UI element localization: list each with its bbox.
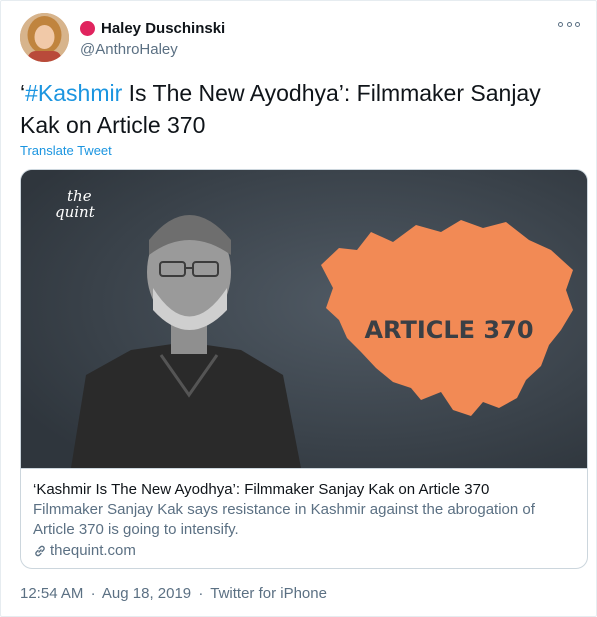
- card-body[interactable]: ‘Kashmir Is The New Ayodhya’: Filmmaker …: [21, 468, 587, 568]
- meta-separator: ·: [198, 585, 204, 602]
- more-dot: [566, 21, 572, 27]
- tweet-container: Haley Duschinski @AnthroHaley ‘#Kashmir …: [0, 0, 597, 617]
- tweet-date[interactable]: Aug 18, 2019: [102, 585, 191, 602]
- link-card[interactable]: ARTICLE 370 the quint ‘Kashmir Is The Ne…: [20, 169, 588, 569]
- more-dot: [558, 21, 563, 27]
- card-description: Filmmaker Sanjay Kak says resistance in …: [33, 501, 535, 538]
- card-title[interactable]: ‘Kashmir Is The New Ayodhya’: Filmmaker …: [33, 480, 577, 500]
- user-names: Haley Duschinski @AnthroHaley: [80, 17, 225, 58]
- display-name[interactable]: Haley Duschinski: [101, 20, 225, 37]
- hashtag-link[interactable]: #Kashmir: [25, 80, 122, 106]
- logo-line-2: quint: [55, 203, 96, 221]
- card-domain-text: thequint.com: [50, 542, 136, 559]
- link-icon: [35, 545, 45, 557]
- tweet-source[interactable]: Twitter for iPhone: [210, 585, 327, 602]
- tweet-text: ‘#Kashmir Is The New Ayodhya’: Filmmaker…: [20, 77, 580, 141]
- name-row: Haley Duschinski: [80, 17, 225, 39]
- tweet-time[interactable]: 12:54 AM: [20, 585, 83, 602]
- avatar[interactable]: [20, 13, 69, 62]
- tweet-meta: 12:54 AM · Aug 18, 2019 · Twitter for iP…: [20, 585, 330, 602]
- meta-separator: ·: [90, 585, 96, 602]
- more-icon[interactable]: [558, 17, 580, 31]
- avatar-image: [20, 13, 69, 62]
- card-illustration: ARTICLE 370 the quint: [21, 170, 587, 468]
- more-dot: [575, 21, 580, 27]
- user-handle[interactable]: @AnthroHaley: [80, 41, 225, 58]
- map-label: ARTICLE 370: [364, 316, 533, 344]
- status-dot-icon: [80, 20, 95, 36]
- translate-tweet-link[interactable]: Translate Tweet: [20, 143, 112, 158]
- tweet-header: Haley Duschinski @AnthroHaley: [20, 13, 580, 65]
- card-domain[interactable]: thequint.com: [33, 541, 577, 561]
- card-image[interactable]: ARTICLE 370 the quint: [21, 170, 587, 468]
